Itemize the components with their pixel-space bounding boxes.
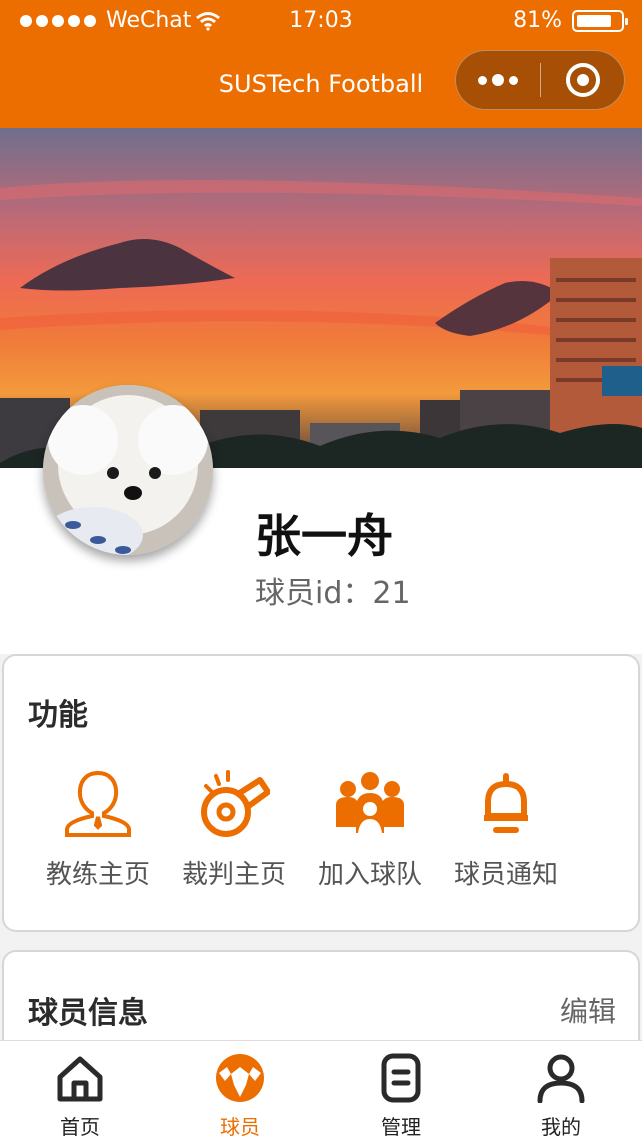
battery-status: 81% <box>513 8 628 33</box>
battery-icon <box>572 9 628 32</box>
function-label: 球员通知 <box>453 860 558 890</box>
player-name: 张一舟 <box>255 509 393 563</box>
manage-icon <box>321 1041 481 1105</box>
team-icon <box>300 768 440 840</box>
bell-icon <box>436 768 576 840</box>
tab-label: 管理 <box>381 1115 421 1136</box>
status-bar: WeChat 17:03 81% <box>0 0 642 44</box>
function-label: 加入球队 <box>317 860 422 890</box>
tab-label: 我的 <box>541 1115 581 1136</box>
functions-title: 功能 <box>28 698 88 733</box>
function-label: 教练主页 <box>45 860 150 890</box>
avatar[interactable] <box>43 385 213 555</box>
tab-mine[interactable]: 我的 <box>481 1041 641 1136</box>
mini-program-capsule <box>455 50 625 110</box>
player-info-title: 球员信息 <box>28 996 148 1031</box>
football-icon <box>160 1041 320 1105</box>
player-id: 球员id：21 <box>255 576 411 611</box>
more-button[interactable] <box>456 51 540 109</box>
tab-label: 球员 <box>220 1115 260 1136</box>
tab-bar: 首页 球员 管理 我的 <box>0 1040 642 1136</box>
tab-manage[interactable]: 管理 <box>321 1041 481 1136</box>
close-icon <box>565 63 600 97</box>
coach-icon <box>28 768 168 840</box>
user-icon <box>481 1041 641 1105</box>
function-referee-home[interactable]: 裁判主页 <box>164 768 304 891</box>
tab-label: 首页 <box>60 1115 100 1136</box>
edit-button[interactable]: 编辑 <box>560 990 616 1030</box>
tab-player[interactable]: 球员 <box>160 1041 320 1136</box>
top-bar: WeChat 17:03 81% SUSTech Football <box>0 0 642 128</box>
function-label: 裁判主页 <box>181 860 286 890</box>
functions-card: 功能 教练主页 裁判主页 加入球队 球员通知 <box>2 654 640 932</box>
whistle-icon <box>164 768 304 840</box>
function-join-team[interactable]: 加入球队 <box>300 768 440 891</box>
tab-home[interactable]: 首页 <box>0 1041 160 1136</box>
function-player-notice[interactable]: 球员通知 <box>436 768 576 891</box>
close-button[interactable] <box>541 63 624 97</box>
function-coach-home[interactable]: 教练主页 <box>28 768 168 891</box>
functions-list: 教练主页 裁判主页 加入球队 球员通知 <box>4 768 638 898</box>
battery-percent: 81% <box>513 8 562 33</box>
home-icon <box>0 1041 160 1105</box>
